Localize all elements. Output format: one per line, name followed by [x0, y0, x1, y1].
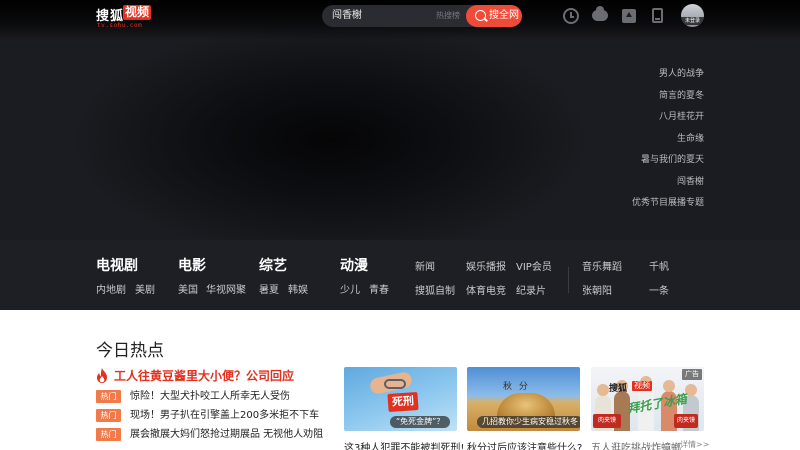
- video-card-death-penalty[interactable]: 死刑 “免死金牌”？: [344, 367, 457, 431]
- fire-icon: [97, 368, 107, 383]
- nav-sub-mainland-drama[interactable]: 内地剧: [96, 281, 126, 296]
- hero-banner[interactable]: 搜狐 视频 tv.sohu.com 闯香榭 热搜榜 搜全网 未登录 男人的战争 …: [0, 0, 800, 310]
- sohu-video-logo[interactable]: 搜狐 视频 tv.sohu.com: [96, 5, 156, 29]
- handcuff-icon: [384, 379, 406, 389]
- hot-tag: 热门: [96, 428, 121, 441]
- upload-icon[interactable]: [622, 9, 636, 23]
- ad-detail-link[interactable]: 详情>>: [680, 439, 709, 450]
- nav-sohu-original[interactable]: 搜狐自制: [415, 282, 455, 297]
- avatar[interactable]: 未登录: [681, 4, 704, 27]
- card-overlay-text: “免死金牌”？: [390, 416, 451, 428]
- card-overlay-text: 几招教你少生病安稳过秋冬: [477, 416, 580, 428]
- ad-brand-badge: 视频: [632, 381, 652, 391]
- card-title-word: 秋 分: [503, 382, 530, 392]
- ad-card-variety[interactable]: 搜狐 视频 拜托了冰箱 广告 肉夹馍 肉夹馍: [591, 367, 704, 431]
- ad-brand-text: 搜狐: [609, 384, 628, 394]
- nav-sub-summer[interactable]: 暑夏: [259, 281, 279, 296]
- nav-sub-huashi[interactable]: 华视网聚: [206, 281, 246, 296]
- hot-tag: 热门: [96, 409, 121, 422]
- card-caption[interactable]: 这3种人犯罪不能被判死刑!: [344, 439, 464, 450]
- nav-news[interactable]: 新闻: [415, 258, 435, 273]
- cloud-icon[interactable]: [592, 6, 608, 21]
- nav-movie[interactable]: 电影: [178, 255, 206, 275]
- nav-yitiao[interactable]: 一条: [649, 282, 669, 297]
- card-caption[interactable]: 秋分过后应该注意些什么?: [467, 439, 582, 450]
- nav-ent-broadcast[interactable]: 娱乐播报: [466, 258, 506, 273]
- ad-script-title: 拜托了冰箱: [626, 391, 688, 417]
- avatar-login-label: 未登录: [681, 17, 704, 25]
- nav-sub-youth[interactable]: 青春: [369, 281, 389, 296]
- nav-zhang-chaoyang[interactable]: 张朝阳: [582, 282, 612, 297]
- playlist-item[interactable]: 生命缘: [564, 129, 704, 151]
- news-headline: 惊险！大型犬扑咬工人所幸无人受伤: [130, 391, 290, 402]
- nav-tv-series[interactable]: 电视剧: [96, 255, 138, 275]
- nav-anime[interactable]: 动漫: [340, 255, 368, 275]
- news-headline: 现场！男子扒在引擎盖上200多米拒不下车: [130, 410, 320, 421]
- playlist-item[interactable]: 暑与我们的夏天: [564, 150, 704, 172]
- history-clock-icon[interactable]: [563, 8, 579, 24]
- nav-sub-kids[interactable]: 少儿: [340, 281, 360, 296]
- ad-badge-right: 肉夹馍: [674, 414, 698, 428]
- ad-label: 广告: [682, 369, 702, 380]
- ad-badge-left: 肉夹馍: [593, 414, 621, 428]
- search-button-label: 搜全网: [489, 10, 519, 21]
- hero-playlist: 男人的战争 简言的夏冬 八月桂花开 生命缘 暑与我们的夏天 闯香榭 优秀节目展播…: [564, 64, 704, 215]
- news-headline: 展会撤展大妈们怒抢过期展品 无视他人劝阻: [130, 429, 324, 440]
- hot-search-link[interactable]: 热搜榜: [436, 5, 460, 27]
- nav-sub-korean[interactable]: 韩娱: [288, 281, 308, 296]
- playlist-item[interactable]: 优秀节目展播专题: [564, 193, 704, 215]
- nav-vip[interactable]: VIP会员: [516, 258, 552, 273]
- logo-domain: tv.sohu.com: [97, 22, 143, 29]
- nav-music-dance[interactable]: 音乐舞蹈: [582, 258, 622, 273]
- nav-sub-usa[interactable]: 美国: [178, 281, 198, 296]
- nav-qianfan[interactable]: 千帆: [649, 258, 669, 273]
- nav-divider: [568, 267, 569, 293]
- category-band: [0, 240, 800, 310]
- today-hot-title: 今日热点: [96, 341, 164, 361]
- hot-tag: 热门: [96, 390, 121, 403]
- search-bar: 闯香榭 热搜榜 搜全网: [322, 5, 522, 27]
- video-card-autumn[interactable]: 秋 分 几招教你少生病安稳过秋冬: [467, 367, 580, 431]
- playlist-item[interactable]: 八月桂花开: [564, 107, 704, 129]
- lead-headline-text: 工人往黄豆酱里大小便？公司回应: [114, 369, 295, 383]
- playlist-item[interactable]: 闯香榭: [564, 172, 704, 194]
- playlist-item[interactable]: 简言的夏冬: [564, 86, 704, 108]
- search-icon: [475, 10, 486, 21]
- nav-sports[interactable]: 体育电竞: [466, 282, 506, 297]
- mobile-phone-icon[interactable]: [652, 8, 663, 23]
- search-all-button[interactable]: 搜全网: [466, 5, 522, 27]
- logo-badge: 视频: [123, 5, 152, 20]
- card-caption[interactable]: 五人逛吃挑战炸蟑螂: [591, 439, 681, 450]
- nav-variety[interactable]: 综艺: [259, 255, 287, 275]
- playlist-item[interactable]: 男人的战争: [564, 64, 704, 86]
- search-input[interactable]: 闯香榭: [332, 5, 362, 27]
- card-stamp: 死刑: [387, 391, 419, 413]
- nav-documentary[interactable]: 纪录片: [516, 282, 546, 297]
- nav-sub-us-drama[interactable]: 美剧: [135, 281, 155, 296]
